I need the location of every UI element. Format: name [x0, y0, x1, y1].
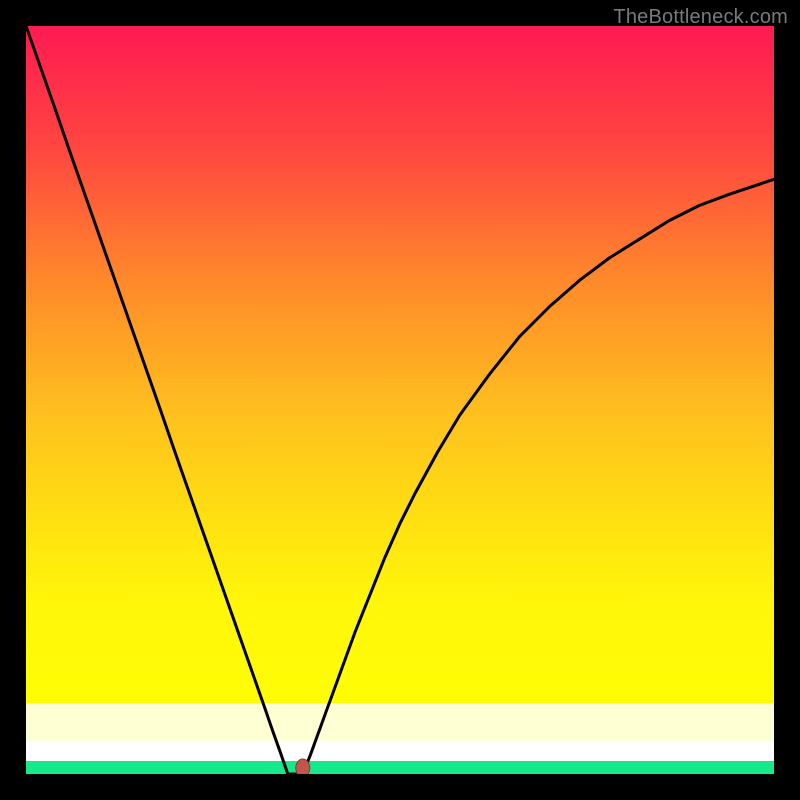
- chart-svg: [26, 26, 774, 774]
- gradient-background: [26, 26, 774, 703]
- chart-frame: TheBottleneck.com: [0, 0, 800, 800]
- optimum-marker: [296, 759, 310, 774]
- attribution-label: TheBottleneck.com: [613, 6, 788, 29]
- band-green: [26, 761, 774, 774]
- band-light-yellow: [26, 703, 774, 741]
- band-white: [26, 741, 774, 761]
